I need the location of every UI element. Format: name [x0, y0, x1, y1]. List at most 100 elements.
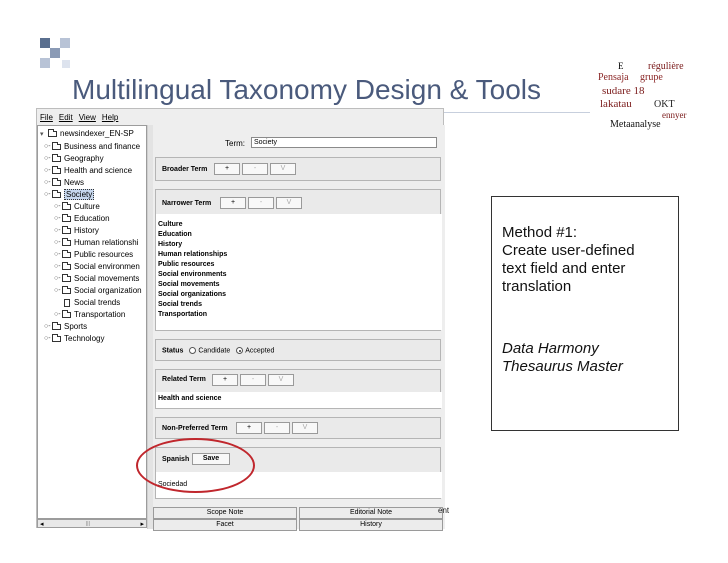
expand-icon[interactable]: ○- — [54, 287, 62, 294]
folder-icon — [62, 237, 71, 246]
broader-remove-button[interactable]: - — [242, 163, 268, 175]
tree-item[interactable]: ○- Social organization — [54, 285, 142, 296]
callout-heading: Method #1: — [502, 224, 578, 241]
term-input[interactable]: Society — [251, 137, 437, 148]
related-term-panel: Related Term + - V Health and science — [155, 369, 442, 409]
tree-item[interactable]: ○- Social movements — [54, 273, 139, 284]
broader-add-button[interactable]: + — [214, 163, 240, 175]
tree-item[interactable]: ○- Transportation — [54, 309, 125, 320]
callout-text: translation — [502, 278, 572, 295]
callout-product: Data Harmony — [502, 340, 666, 358]
tree-item[interactable]: ○- Geography — [44, 153, 104, 164]
tree-item[interactable]: ○- Culture — [54, 201, 100, 212]
accepted-radio[interactable] — [236, 347, 244, 354]
folder-icon — [48, 128, 57, 137]
expand-icon[interactable]: ○- — [44, 323, 52, 330]
tree-item-selected[interactable]: ○- Society — [44, 189, 95, 200]
cloud-word: Pensaja — [598, 72, 629, 83]
tree-item[interactable]: ○- News — [44, 177, 84, 188]
history-button[interactable]: History — [299, 519, 443, 531]
collapse-icon[interactable]: ▾ — [40, 130, 48, 138]
folder-icon — [62, 261, 71, 270]
tree-label: Business and finance — [64, 142, 141, 151]
tree-item[interactable]: Social trends — [62, 297, 120, 308]
menu-file[interactable]: File — [40, 113, 53, 122]
collapse-icon[interactable]: ○- — [44, 191, 52, 198]
tree-item[interactable]: ○- Technology — [44, 333, 104, 344]
folder-icon — [62, 249, 71, 258]
menu-edit[interactable]: Edit — [59, 113, 73, 122]
related-view-button[interactable]: V — [268, 374, 294, 386]
tree-item[interactable]: ○- Health and science — [44, 165, 132, 176]
related-remove-button[interactable]: - — [240, 374, 266, 386]
scroll-right-icon[interactable]: ▸ — [140, 520, 144, 528]
non-preferred-term-label: Non-Preferred Term — [162, 425, 228, 432]
decor-square — [50, 48, 60, 58]
list-item[interactable]: Human relationships — [156, 250, 442, 260]
narrower-add-button[interactable]: + — [220, 197, 246, 209]
tree-label: Social trends — [74, 298, 121, 307]
narrower-term-list: Culture Education History Human relation… — [156, 214, 442, 330]
related-add-button[interactable]: + — [212, 374, 238, 386]
folder-icon — [62, 309, 71, 318]
nonpreferred-add-button[interactable]: + — [236, 422, 262, 434]
expand-icon[interactable]: ○- — [44, 143, 52, 150]
list-item[interactable]: Transportation — [156, 310, 442, 320]
list-item[interactable]: Culture — [156, 220, 442, 230]
narrower-view-button[interactable]: V — [276, 197, 302, 209]
tree-item[interactable]: ○- Public resources — [54, 249, 133, 260]
expand-icon[interactable]: ○- — [44, 335, 52, 342]
list-item[interactable]: Social movements — [156, 280, 442, 290]
list-item[interactable]: Public resources — [156, 260, 442, 270]
expand-icon[interactable]: ○- — [54, 215, 62, 222]
narrower-remove-button[interactable]: - — [248, 197, 274, 209]
expand-icon[interactable]: ○- — [54, 311, 62, 318]
nonpreferred-remove-button[interactable]: - — [264, 422, 290, 434]
expand-icon[interactable]: ○- — [44, 155, 52, 162]
list-item[interactable]: History — [156, 240, 442, 250]
list-item[interactable]: Social trends — [156, 300, 442, 310]
nonpreferred-view-button[interactable]: V — [292, 422, 318, 434]
folder-icon — [62, 273, 71, 282]
taxonomy-tree[interactable]: ▾ newsindexer_EN-SP ○- Business and finan… — [37, 125, 147, 519]
facet-button[interactable]: Facet — [153, 519, 297, 531]
menu-help[interactable]: Help — [102, 113, 118, 122]
scroll-left-icon[interactable]: ◂ — [40, 520, 44, 528]
tree-item[interactable]: ○- Sports — [44, 321, 87, 332]
tree-item[interactable]: ○- Human relationshi — [54, 237, 138, 248]
document-icon — [64, 298, 70, 307]
menu-view[interactable]: View — [79, 113, 96, 122]
folder-icon — [62, 201, 71, 210]
expand-icon[interactable]: ○- — [54, 251, 62, 258]
scope-note-button[interactable]: Scope Note — [153, 507, 297, 519]
expand-icon[interactable]: ○- — [44, 167, 52, 174]
term-label: Term: — [225, 139, 245, 148]
tree-horizontal-scrollbar[interactable]: ◂ ||| ▸ — [37, 519, 147, 528]
editorial-note-button[interactable]: Editorial Note — [299, 507, 443, 519]
tree-item[interactable]: ○- Education — [54, 213, 110, 224]
expand-icon[interactable]: ○- — [54, 227, 62, 234]
tree-label: Society — [64, 189, 95, 200]
expand-icon[interactable]: ○- — [44, 179, 52, 186]
list-item[interactable]: Social environments — [156, 270, 442, 280]
tree-label: Human relationshi — [74, 238, 139, 247]
scroll-thumb[interactable]: ||| — [86, 521, 96, 527]
folder-icon — [52, 321, 61, 330]
candidate-radio[interactable] — [189, 347, 197, 354]
tree-item[interactable]: ○- Social environmen — [54, 261, 140, 272]
tree-label: Social organization — [74, 286, 142, 295]
expand-icon[interactable]: ○- — [54, 275, 62, 282]
decor-square — [40, 58, 50, 68]
expand-icon[interactable]: ○- — [54, 239, 62, 246]
product-name: Thesaurus Master — [502, 358, 623, 375]
expand-icon[interactable]: ○- — [54, 203, 62, 210]
tree-item[interactable]: ○- History — [54, 225, 99, 236]
tree-root[interactable]: ▾ newsindexer_EN-SP — [40, 128, 134, 139]
broader-view-button[interactable]: V — [270, 163, 296, 175]
list-item[interactable]: Social organizations — [156, 290, 442, 300]
tree-item[interactable]: ○- Business and finance — [44, 141, 140, 152]
word-cloud: E régulière Pensaja grupe sudare 18 laka… — [598, 62, 710, 132]
list-item[interactable]: Education — [156, 230, 442, 240]
list-item[interactable]: Health and science — [156, 394, 442, 404]
expand-icon[interactable]: ○- — [54, 263, 62, 270]
